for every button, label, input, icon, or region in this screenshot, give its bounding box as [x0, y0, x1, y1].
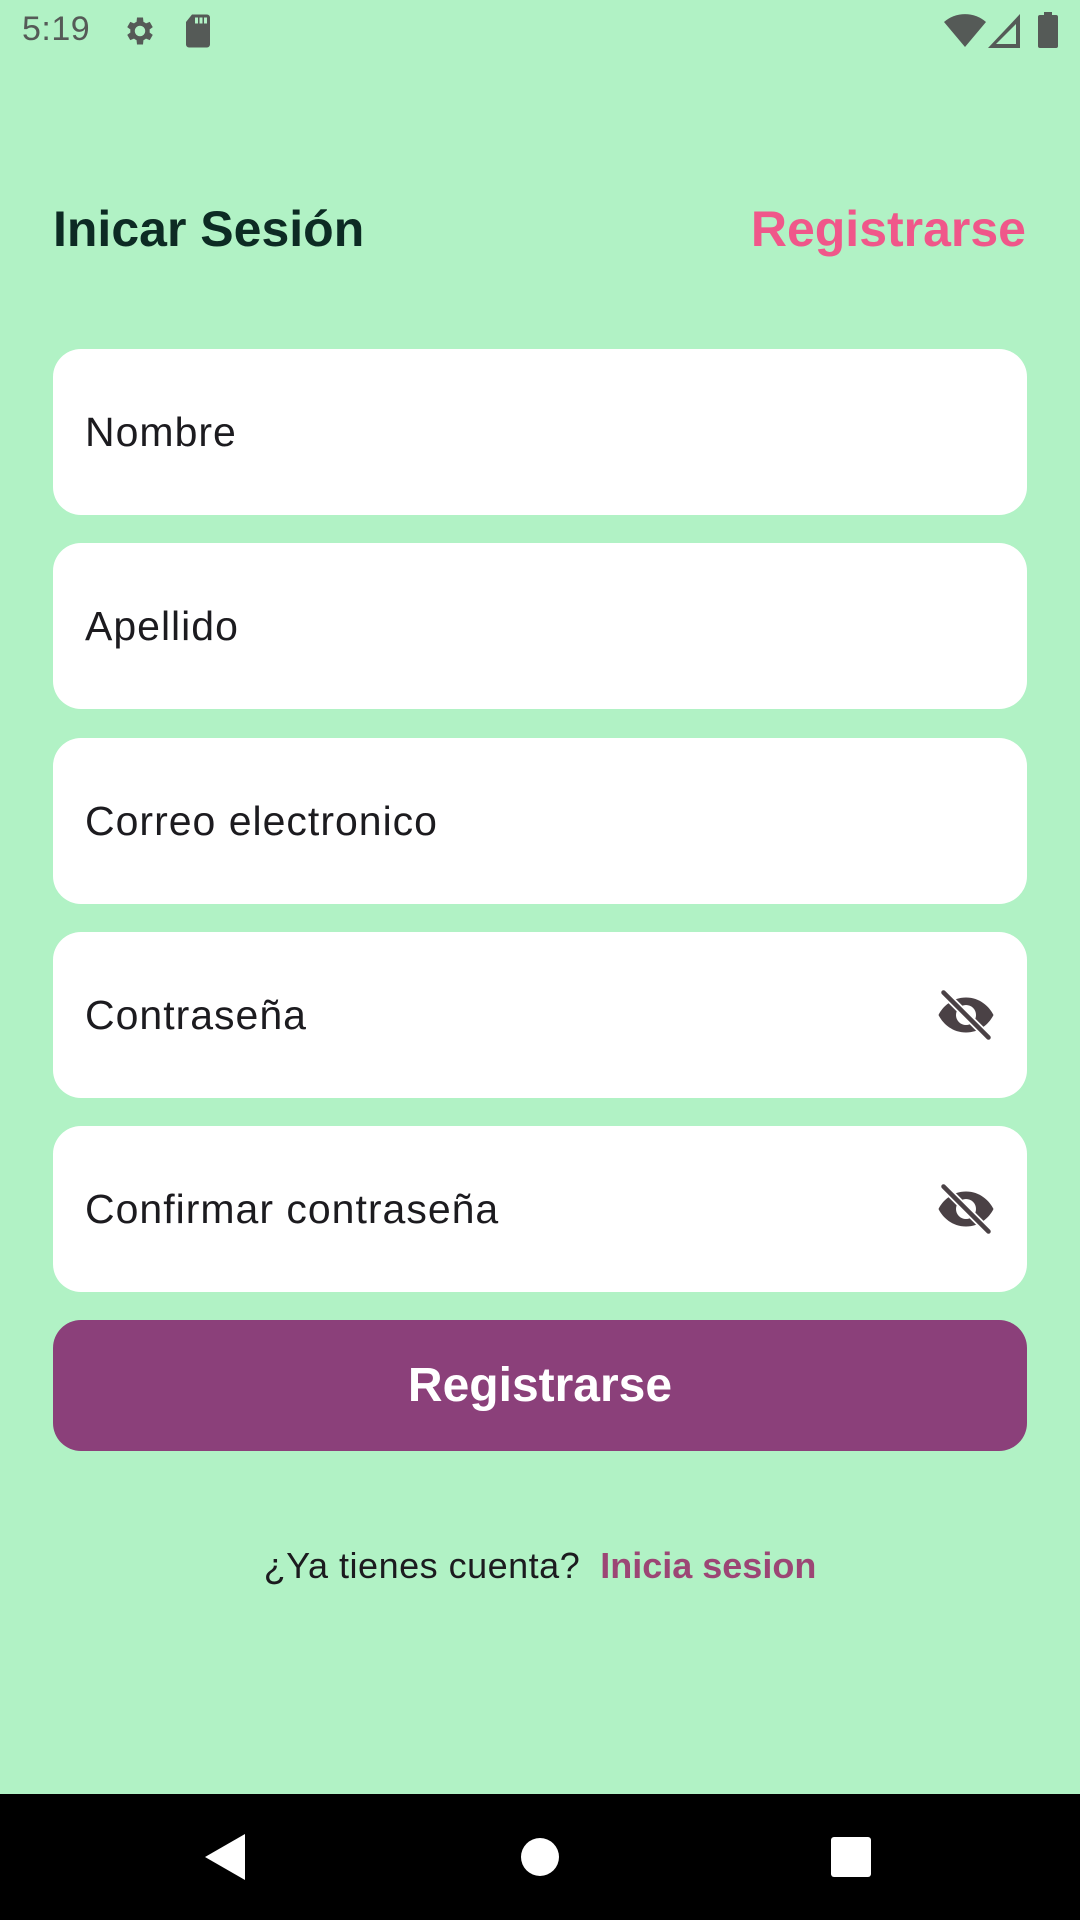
confirm-password-field-placeholder: Confirmar contraseña: [85, 1186, 500, 1232]
back-triangle-icon[interactable]: [205, 1834, 245, 1885]
register-tab-link[interactable]: Registrarse: [751, 200, 1026, 258]
email-field-placeholder: Correo electronico: [85, 798, 438, 844]
visibility-off-icon[interactable]: [935, 1179, 997, 1239]
status-bar: 5:19: [0, 0, 1080, 64]
register-button[interactable]: Registrarse: [53, 1320, 1027, 1451]
email-field[interactable]: Correo electronico: [53, 738, 1027, 904]
lastname-field[interactable]: Apellido: [53, 543, 1027, 709]
system-nav-bar: [0, 1794, 1080, 1920]
home-circle-icon[interactable]: [520, 1837, 560, 1882]
password-field[interactable]: Contraseña: [53, 932, 1027, 1098]
lastname-field-placeholder: Apellido: [85, 603, 239, 649]
settings-gear-icon: [122, 13, 158, 54]
recents-square-icon[interactable]: [831, 1837, 871, 1882]
password-field-placeholder: Contraseña: [85, 992, 307, 1038]
visibility-off-icon[interactable]: [935, 985, 997, 1045]
name-field[interactable]: Nombre: [53, 349, 1027, 515]
wifi-icon: [944, 14, 986, 53]
confirm-password-field[interactable]: Confirmar contraseña: [53, 1126, 1027, 1292]
login-link[interactable]: Inicia sesion: [600, 1545, 816, 1586]
page-title: Inicar Sesión: [53, 201, 365, 257]
cell-signal-icon: [988, 14, 1020, 53]
sd-card-icon: [182, 13, 214, 54]
login-prompt-text: ¿Ya tienes cuenta?: [263, 1545, 581, 1586]
login-prompt: ¿Ya tienes cuenta? Inicia sesion: [0, 1545, 1080, 1587]
status-time: 5:19: [22, 10, 91, 48]
battery-icon: [1038, 12, 1058, 53]
name-field-placeholder: Nombre: [85, 409, 237, 455]
